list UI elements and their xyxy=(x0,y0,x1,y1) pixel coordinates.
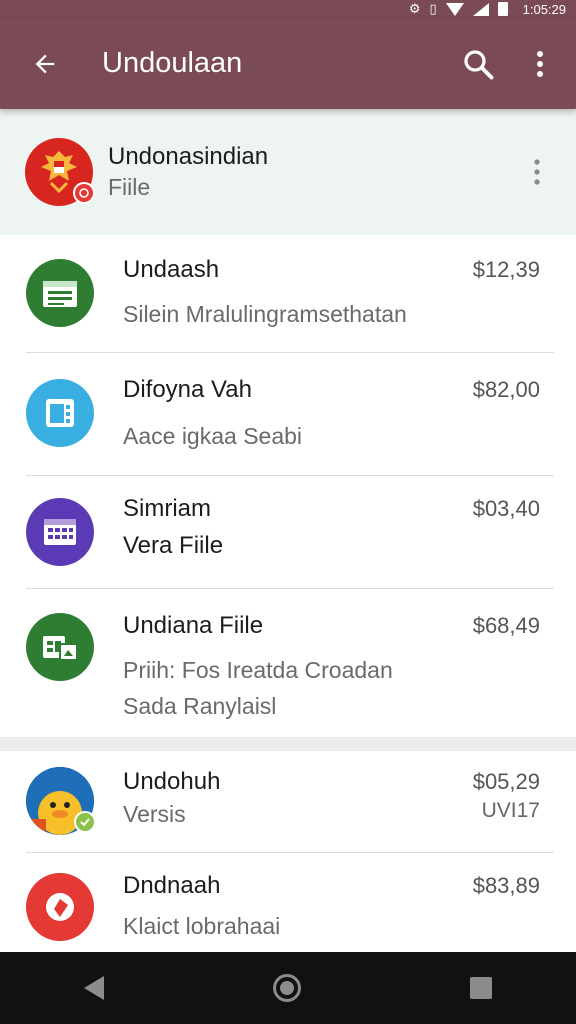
tablet-app-icon xyxy=(26,379,94,447)
item-title: Undaash xyxy=(123,256,220,283)
item-subtitle: Klaict lobrahaai xyxy=(123,913,281,939)
item-overflow-button[interactable] xyxy=(512,142,562,202)
arrow-back-icon xyxy=(35,54,55,73)
item-title: Simriam xyxy=(123,495,211,522)
status-time: 1:05:29 xyxy=(522,1,566,17)
nav-recents-icon[interactable] xyxy=(469,977,492,999)
status-bar: ⚙ ▯ 1:05:29 xyxy=(0,0,576,18)
item-title: Undiana Fiile xyxy=(123,612,264,639)
signal-icon xyxy=(472,2,489,16)
battery-icon xyxy=(497,2,508,16)
nav-home-icon[interactable] xyxy=(272,974,301,1002)
item-version: UVI17 xyxy=(481,799,540,822)
item-title: Difoyna Vah xyxy=(123,376,252,403)
alarm-badge-icon xyxy=(73,182,95,204)
file-manager-icon xyxy=(26,259,94,327)
red-app-icon xyxy=(26,873,94,941)
item-price: $12,39 xyxy=(472,257,540,282)
item-subtitle: Aace igkaa Seabi xyxy=(123,423,303,449)
item-subtitle-secondary: Sada Ranylaisl xyxy=(123,693,277,719)
item-subtitle: Silein Mralulingramsethatan xyxy=(123,301,407,327)
app-bar: Undoulaan xyxy=(0,18,576,109)
item-title: Undohuh xyxy=(123,768,221,795)
item-price: $83,89 xyxy=(472,873,540,898)
list-item[interactable]: Dndnaah Klaict lobrahaai $83,89 xyxy=(0,853,576,953)
list-item[interactable]: Undiana Fiile Priih: Fos Ireatda Croadan… xyxy=(0,589,576,737)
system-navigation-bar xyxy=(0,952,576,1024)
more-vert-icon xyxy=(534,159,540,185)
list-item[interactable]: Simriam Vera Fiile $03,40 xyxy=(0,476,576,589)
files-app-icon xyxy=(26,613,94,681)
search-icon xyxy=(464,49,494,79)
highlighted-list-item[interactable]: Undonasindian Fiile xyxy=(0,109,576,235)
list-item[interactable]: Difoyna Vah Aace igkaa Seabi $82,00 xyxy=(0,353,576,476)
nav-back-icon[interactable] xyxy=(84,976,105,1000)
item-price: $68,49 xyxy=(472,613,540,638)
item-subtitle: Priih: Fos Ireatda Croadan xyxy=(123,657,393,683)
more-vert-icon xyxy=(537,50,543,77)
wifi-icon xyxy=(445,2,464,16)
check-badge-icon xyxy=(74,811,96,833)
item-price: $03,40 xyxy=(472,496,540,521)
item-subtitle: Versis xyxy=(123,801,186,827)
overflow-menu-button[interactable] xyxy=(508,18,572,109)
search-button[interactable] xyxy=(448,18,508,109)
settings-icon: ⚙ xyxy=(408,1,421,16)
item-subtitle: Fiile xyxy=(108,174,151,200)
vibrate-icon: ▯ xyxy=(429,1,437,16)
page-title: Undoulaan xyxy=(102,47,243,79)
calendar-app-icon xyxy=(26,498,94,566)
list-item[interactable]: Undaash Silein Mralulingramsethatan $12,… xyxy=(0,235,576,353)
item-price: $82,00 xyxy=(472,377,540,402)
garuda-avatar xyxy=(25,138,95,206)
item-title: Dndnaah xyxy=(123,872,221,899)
item-subtitle: Vera Fiile xyxy=(123,532,224,559)
item-title: Undonasindian xyxy=(108,143,269,170)
section-divider xyxy=(0,737,576,751)
back-button[interactable] xyxy=(0,18,90,109)
duck-avatar-icon xyxy=(26,767,96,835)
item-price: $05,29 xyxy=(472,769,540,794)
list-item[interactable]: Undohuh Versis $05,29 UVI17 xyxy=(0,751,576,852)
